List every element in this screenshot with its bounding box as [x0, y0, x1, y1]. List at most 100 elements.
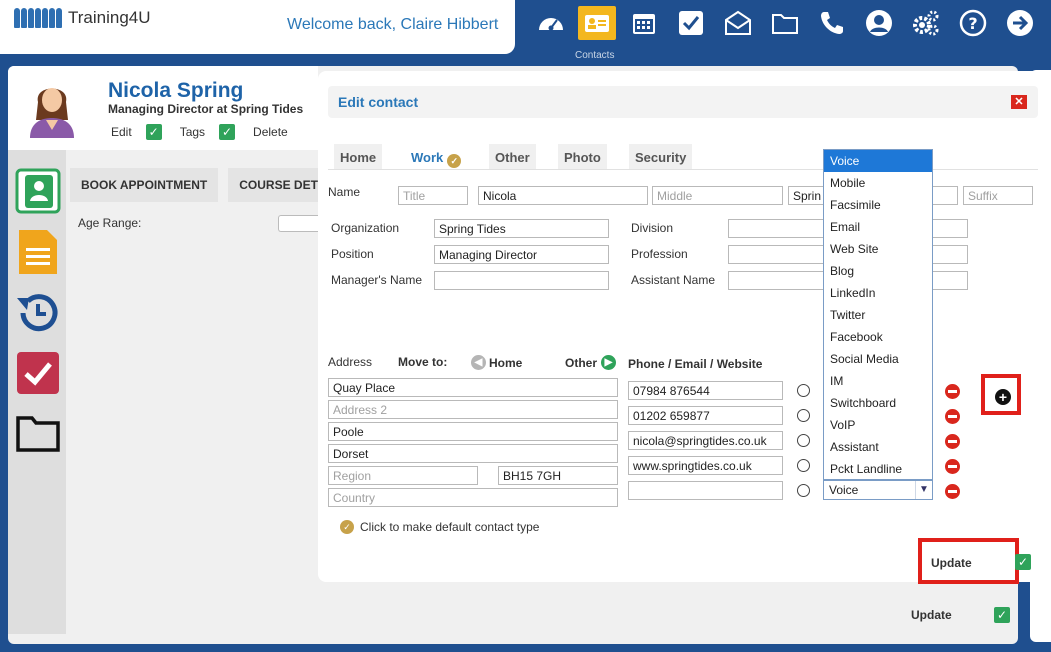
- dropdown-option[interactable]: Mobile: [824, 172, 932, 194]
- suffix-field[interactable]: [963, 186, 1033, 205]
- contact-book-icon[interactable]: [15, 168, 61, 214]
- contacts-card-icon[interactable]: [578, 6, 616, 40]
- default-radio[interactable]: [797, 384, 810, 397]
- add-icon: +: [995, 389, 1011, 405]
- delete-link[interactable]: Delete: [253, 125, 288, 139]
- help-icon[interactable]: ?: [949, 6, 996, 40]
- age-range-label: Age Range:: [78, 216, 142, 230]
- remove-icon[interactable]: [945, 434, 960, 449]
- first-name-field[interactable]: [478, 186, 648, 205]
- contact-value-field[interactable]: [628, 381, 783, 400]
- default-radio[interactable]: [797, 409, 810, 422]
- default-radio[interactable]: [797, 434, 810, 447]
- profession-label: Profession: [631, 247, 688, 261]
- contact-type-selected-value: Voice: [829, 483, 859, 497]
- default-radio[interactable]: [797, 484, 810, 497]
- default-radio[interactable]: [797, 459, 810, 472]
- position-field[interactable]: [434, 245, 609, 264]
- tab-book-appointment[interactable]: BOOK APPOINTMENT: [70, 168, 219, 202]
- folder-icon[interactable]: [761, 6, 808, 40]
- city-field[interactable]: [328, 422, 618, 441]
- age-range-field[interactable]: [278, 215, 318, 232]
- contact-value-field[interactable]: [628, 406, 783, 425]
- tab-photo-label: Photo: [564, 150, 601, 165]
- region-field[interactable]: [328, 466, 478, 485]
- move-to-other-button[interactable]: Other ▶: [565, 355, 617, 370]
- tags-link[interactable]: Tags: [180, 125, 205, 139]
- remove-icon[interactable]: [945, 409, 960, 424]
- logout-arrow-icon[interactable]: [996, 6, 1043, 40]
- remove-icon[interactable]: [945, 384, 960, 399]
- dropdown-option[interactable]: Switchboard: [824, 392, 932, 414]
- position-label: Position: [331, 247, 374, 261]
- background-update-label[interactable]: Update: [911, 608, 952, 622]
- modal-title: Edit contact: [338, 94, 419, 110]
- postcode-field[interactable]: [498, 466, 618, 485]
- dropdown-option[interactable]: Voice: [824, 150, 932, 172]
- tab-course-details[interactable]: COURSE DET: [228, 168, 329, 202]
- dropdown-option[interactable]: Twitter: [824, 304, 932, 326]
- dropdown-option[interactable]: Pckt Landline: [824, 458, 932, 480]
- document-icon[interactable]: [15, 228, 61, 274]
- dropdown-option[interactable]: Facsimile: [824, 194, 932, 216]
- contact-type-select[interactable]: Voice ▼: [823, 480, 933, 500]
- organization-label: Organization: [331, 221, 400, 235]
- tab-work[interactable]: Work ✓: [405, 144, 468, 169]
- update-button[interactable]: Update ✓: [918, 538, 1031, 584]
- contact-value-field[interactable]: [628, 456, 783, 475]
- default-contact-note: ✓ Click to make default contact type: [340, 520, 539, 534]
- logo[interactable]: Training4U: [14, 8, 151, 28]
- user-icon[interactable]: [855, 6, 902, 40]
- dropdown-option[interactable]: LinkedIn: [824, 282, 932, 304]
- dropdown-option[interactable]: Social Media: [824, 348, 932, 370]
- country-field[interactable]: [328, 488, 618, 507]
- assistant-name-label: Assistant Name: [631, 273, 716, 287]
- phone-icon[interactable]: [808, 6, 855, 40]
- dropdown-option[interactable]: Assistant: [824, 436, 932, 458]
- svg-text:?: ?: [968, 14, 977, 33]
- county-field[interactable]: [328, 444, 618, 463]
- remove-icon[interactable]: [945, 459, 960, 474]
- contact-name: Nicola Spring: [108, 79, 244, 102]
- tab-other[interactable]: Other: [489, 144, 536, 169]
- tasks-check-icon[interactable]: [15, 350, 61, 396]
- arrow-right-icon: ▶: [601, 355, 617, 370]
- dropdown-option[interactable]: IM: [824, 370, 932, 392]
- background-update-check-icon[interactable]: ✓: [994, 607, 1010, 623]
- contact-type-dropdown-list[interactable]: Voice Mobile Facsimile Email Web Site Bl…: [823, 149, 933, 480]
- history-icon[interactable]: [15, 290, 61, 336]
- title-field[interactable]: [398, 186, 468, 205]
- edit-link[interactable]: Edit: [111, 125, 132, 139]
- folder-icon[interactable]: [15, 410, 61, 456]
- organization-field[interactable]: [434, 219, 609, 238]
- contact-methods-header: Phone / Email / Website: [628, 357, 763, 371]
- dashboard-icon[interactable]: [527, 6, 574, 40]
- address-line-2-field[interactable]: [328, 400, 618, 419]
- manager-name-field[interactable]: [434, 271, 609, 290]
- tasks-check-icon[interactable]: [667, 6, 714, 40]
- modal-header: [328, 86, 1038, 118]
- tab-photo[interactable]: Photo: [558, 144, 607, 169]
- tab-security[interactable]: Security: [629, 144, 693, 169]
- close-icon[interactable]: ✕: [1011, 95, 1027, 109]
- dropdown-option[interactable]: Email: [824, 216, 932, 238]
- contact-actions: Edit ✓ Tags ✓ Delete: [111, 124, 288, 140]
- calendar-icon[interactable]: [620, 6, 667, 40]
- remove-icon[interactable]: [945, 484, 960, 499]
- dropdown-option[interactable]: Facebook: [824, 326, 932, 348]
- contact-value-field[interactable]: [628, 431, 783, 450]
- background-tabs: BOOK APPOINTMENT COURSE DET: [70, 168, 339, 202]
- dropdown-option[interactable]: Blog: [824, 260, 932, 282]
- mail-icon[interactable]: [714, 6, 761, 40]
- dropdown-option[interactable]: Web Site: [824, 238, 932, 260]
- add-contact-method-button[interactable]: +: [981, 374, 1021, 415]
- name-label: Name: [328, 185, 361, 199]
- middle-name-field[interactable]: [652, 186, 783, 205]
- settings-gears-icon[interactable]: [902, 6, 949, 40]
- welcome-message: Welcome back, Claire Hibbert: [287, 16, 499, 33]
- address-line-1-field[interactable]: [328, 378, 618, 397]
- tab-home[interactable]: Home: [334, 144, 383, 169]
- move-to-home-button[interactable]: ◀ Home: [471, 355, 522, 370]
- dropdown-option[interactable]: VoIP: [824, 414, 932, 436]
- contact-value-field[interactable]: [628, 481, 783, 500]
